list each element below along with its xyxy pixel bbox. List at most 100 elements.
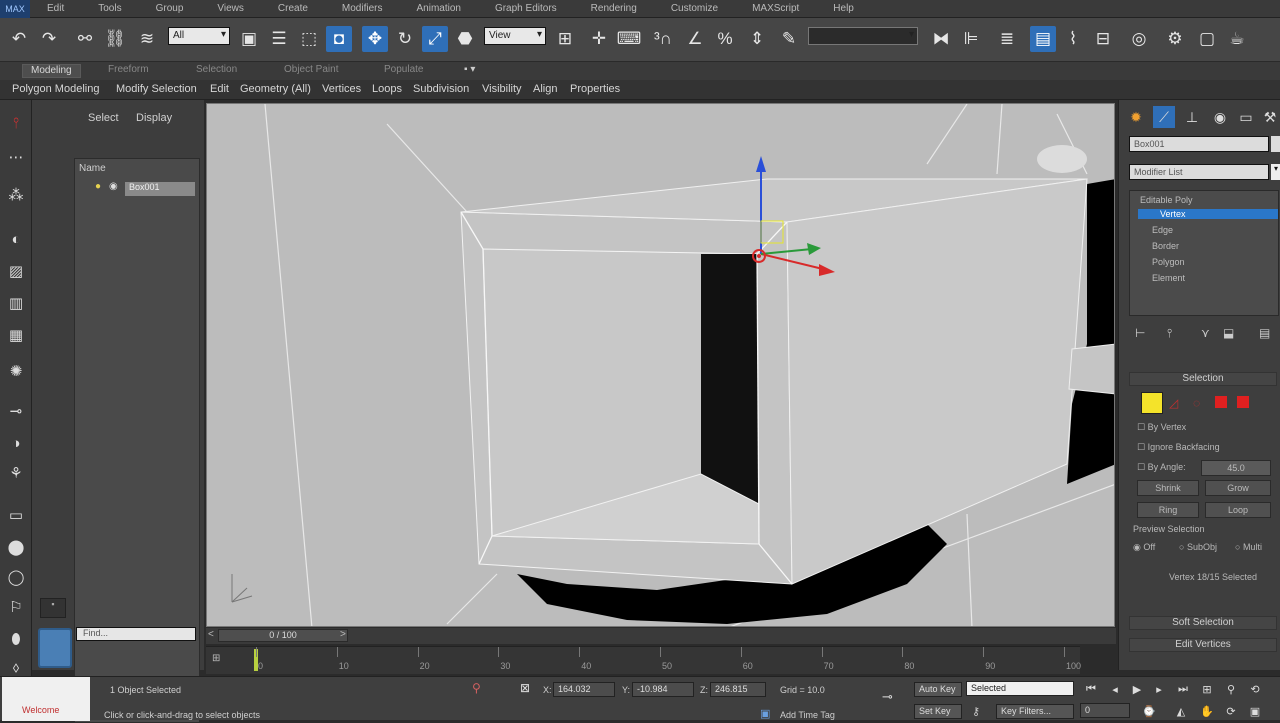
tab-selection[interactable]: Selection — [188, 64, 245, 78]
vertex-subobject-icon[interactable] — [1141, 392, 1163, 414]
mirror-icon[interactable]: ⧓ — [928, 26, 954, 52]
by-angle-checkbox[interactable]: ☐ By Angle: — [1137, 462, 1186, 473]
select-and-link-icon[interactable]: ⚯ — [72, 26, 98, 52]
explorer-tab-display[interactable]: Display — [136, 112, 172, 124]
z-coordinate-field[interactable]: 246.815 — [710, 682, 766, 697]
panel-edit[interactable]: Edit — [210, 83, 229, 95]
rectangular-selection-icon[interactable]: ⬚ — [296, 26, 322, 52]
select-and-move-icon[interactable]: ✥ — [362, 26, 388, 52]
add-time-tag[interactable]: Add Time Tag — [780, 710, 835, 720]
selection-rollout-header[interactable]: Selection — [1129, 372, 1277, 386]
set-key-button[interactable]: Set Key — [914, 704, 962, 719]
border-subobject-icon[interactable]: ◌ — [1193, 396, 1200, 410]
ring-button[interactable]: Ring — [1137, 502, 1199, 518]
edit-named-selection-icon[interactable]: ✎ — [776, 26, 802, 52]
stack-item-edge[interactable]: Edge — [1152, 225, 1173, 235]
panel-properties[interactable]: Properties — [570, 83, 620, 95]
display-none-icon[interactable]: ⋯ — [5, 146, 27, 168]
menu-group[interactable]: Group — [139, 3, 201, 14]
light-bulb-icon[interactable]: ● — [95, 181, 101, 192]
align-icon[interactable]: ⊫ — [958, 26, 984, 52]
by-vertex-checkbox[interactable]: ☐ By Vertex — [1137, 422, 1186, 433]
layer-toggle-icon[interactable] — [38, 628, 72, 668]
shrink-button[interactable]: Shrink — [1137, 480, 1199, 496]
unlink-icon[interactable]: ⛓ — [102, 26, 128, 52]
panel-subdivision[interactable]: Subdivision — [413, 83, 469, 95]
panel-modify-selection[interactable]: Modify Selection — [116, 83, 197, 95]
polygon-subobject-icon[interactable] — [1215, 396, 1227, 408]
geometry-filter-icon[interactable]: ◐ — [5, 228, 27, 250]
layer-manager-icon[interactable]: ≣ — [994, 26, 1020, 52]
pivot-center-icon[interactable]: ⊞ — [552, 26, 578, 52]
window-crossing-icon[interactable]: ◘ — [326, 26, 352, 52]
x-coordinate-field[interactable]: 164.032 — [553, 682, 615, 697]
select-and-rotate-icon[interactable]: ↻ — [392, 26, 418, 52]
percent-snap-icon[interactable]: % — [712, 26, 738, 52]
key-filters-button[interactable]: Key Filters... — [996, 704, 1074, 719]
select-by-name-icon[interactable]: ☰ — [266, 26, 292, 52]
tab-populate[interactable]: Populate — [376, 64, 431, 78]
object-color-swatch[interactable] — [1271, 136, 1280, 152]
panel-align[interactable]: Align — [533, 83, 557, 95]
preview-off-radio[interactable]: ◉ Off — [1133, 542, 1155, 553]
stack-item-polygon[interactable]: Polygon — [1152, 257, 1185, 267]
angle-spinner[interactable]: 45.0 — [1201, 460, 1271, 476]
chevron-down-icon[interactable]: ▾ — [1271, 164, 1280, 180]
panel-polygon-modeling[interactable]: Polygon Modeling — [12, 83, 99, 95]
menu-edit[interactable]: Edit — [30, 3, 81, 14]
hierarchy-tab-icon[interactable]: ⊥ — [1181, 106, 1203, 128]
soft-selection-rollout-header[interactable]: Soft Selection — [1129, 616, 1277, 630]
time-slider[interactable]: < 0 / 100 > — [206, 628, 1116, 644]
create-tab-icon[interactable]: ✹ — [1125, 106, 1147, 128]
application-button[interactable]: MAX — [0, 0, 30, 18]
curve-editor-icon[interactable]: ⌇ — [1060, 26, 1086, 52]
lights-filter-icon[interactable]: ▥ — [5, 292, 27, 314]
element-subobject-icon[interactable] — [1237, 396, 1249, 408]
redo-icon[interactable]: ↷ — [36, 26, 62, 52]
stack-item-editable-poly[interactable]: Editable Poly — [1140, 195, 1193, 205]
spinner-snap-icon[interactable]: ⇕ — [744, 26, 770, 52]
set-key-icon[interactable]: ⊸ — [882, 689, 893, 705]
preview-subobj-radio[interactable]: ○ SubObj — [1179, 542, 1217, 552]
table-row[interactable]: ● ◉ Box001 — [79, 181, 195, 197]
hidden-filter-icon[interactable]: ⚐ — [5, 596, 27, 618]
bind-space-warp-icon[interactable]: ≋ — [134, 26, 160, 52]
render-setup-icon[interactable]: ⚙ — [1162, 26, 1188, 52]
maxscript-listener[interactable]: Welcome — [2, 677, 90, 721]
frozen-filter-icon[interactable]: ◯ — [5, 566, 27, 588]
lock-selection-icon[interactable]: ⚲ — [472, 681, 481, 695]
remove-modifier-icon[interactable]: ⬓ — [1223, 326, 1234, 340]
modify-tab-icon[interactable]: ⟋ — [1153, 106, 1175, 128]
named-selection-dropdown[interactable] — [808, 27, 918, 45]
show-end-result-icon[interactable]: ⫯ — [1167, 326, 1172, 341]
panel-geometry-all[interactable]: Geometry (All) — [240, 83, 311, 95]
explorer-tab-select[interactable]: Select — [88, 112, 119, 124]
walk-through-icon[interactable]: ⟳ — [1222, 703, 1240, 719]
panel-vertices[interactable]: Vertices — [322, 83, 361, 95]
groups-filter-icon[interactable]: ◑ — [5, 432, 27, 454]
menu-graph-editors[interactable]: Graph Editors — [478, 3, 574, 14]
object-name-field[interactable]: Box001 — [1129, 136, 1269, 152]
play-icon[interactable]: ▶ — [1128, 681, 1146, 697]
manipulate-icon[interactable]: ✛ — [586, 26, 612, 52]
field-of-view-icon[interactable]: ◭ — [1172, 703, 1190, 719]
material-editor-icon[interactable]: ◎ — [1126, 26, 1152, 52]
maximize-viewport-icon[interactable]: ▣ — [1246, 703, 1264, 719]
select-and-scale-icon[interactable]: ⤢ — [422, 26, 448, 52]
track-bar[interactable]: ⊞ 0 10 20 30 40 50 60 70 80 90 100 — [206, 646, 1081, 674]
snaps-toggle-icon[interactable]: ³∩ — [650, 26, 676, 52]
menu-animation[interactable]: Animation — [399, 3, 477, 14]
undo-icon[interactable]: ↶ — [6, 26, 32, 52]
reference-coordinate-dropdown[interactable]: View — [484, 27, 546, 45]
key-mode-dropdown[interactable]: Selected — [966, 681, 1074, 696]
stack-item-border[interactable]: Border — [1152, 241, 1179, 251]
key-icon[interactable]: ⚷ — [972, 705, 980, 718]
pan-view-icon[interactable]: ✋ — [1198, 703, 1216, 719]
time-slider-next-icon[interactable]: > — [340, 629, 346, 640]
xrefs-filter-icon[interactable]: ⚘ — [5, 462, 27, 484]
angle-snap-icon[interactable]: ∠ — [682, 26, 708, 52]
orbit-icon[interactable]: ⟲ — [1246, 681, 1264, 697]
helpers-filter-icon[interactable]: ✺ — [5, 360, 27, 382]
explorer-find-field[interactable]: Find... — [76, 627, 196, 641]
configure-modifier-sets-icon[interactable]: ▤ — [1259, 326, 1270, 340]
